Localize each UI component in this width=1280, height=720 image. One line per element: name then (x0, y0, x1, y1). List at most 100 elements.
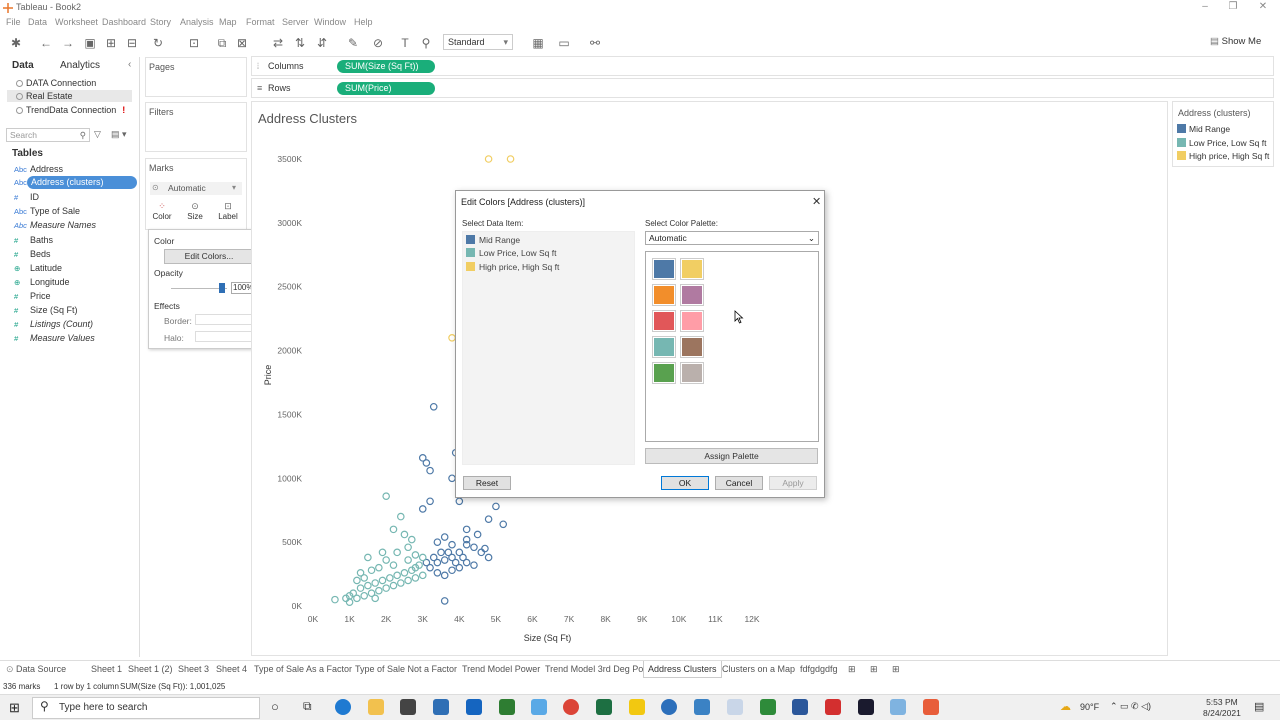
menu-window[interactable]: Window (314, 17, 346, 27)
field-size[interactable]: # Size (Sq Ft) (14, 305, 78, 317)
app-icon[interactable] (499, 699, 515, 715)
app-icon[interactable] (858, 699, 874, 715)
connection-trenddata[interactable]: TrendData Connection! (16, 105, 125, 115)
clock[interactable]: 5:53 PM 8/24/2021 (1203, 697, 1241, 719)
border-select[interactable] (195, 314, 253, 325)
edit-colors-button[interactable]: Edit Colors... (164, 249, 254, 264)
labels-icon[interactable]: T (397, 35, 413, 51)
excel-icon[interactable] (596, 699, 612, 715)
pages-card[interactable]: Pages (145, 57, 247, 97)
swap-icon[interactable]: ⇄ (270, 35, 286, 51)
tray-icons[interactable]: ⌃ ▭ ✆ ◁) (1110, 701, 1151, 712)
r-icon[interactable] (661, 699, 677, 715)
mail-icon[interactable] (433, 699, 449, 715)
taskbar-search-input[interactable]: Type here to search (32, 697, 260, 719)
rows-shelf[interactable]: ≡ Rows SUM(Price) (251, 78, 1274, 98)
tab-type-of-sale-factor[interactable]: Type of Sale As a Factor (254, 664, 352, 674)
duplicate-sheet-icon[interactable]: ⧉ (214, 35, 230, 51)
presentation-icon[interactable]: ▭ (556, 35, 572, 51)
cortana-icon[interactable]: ○ (271, 699, 279, 714)
label-mark-button[interactable]: ⊡ Label (216, 201, 240, 229)
menu-format[interactable]: Format (246, 17, 275, 27)
notifications-icon[interactable]: ▤ (1254, 700, 1264, 713)
palette-swatch[interactable] (652, 310, 676, 332)
field-baths[interactable]: # Baths (14, 235, 53, 247)
tab-trend-model-3rd[interactable]: Trend Model 3rd Deg Pol (545, 664, 645, 674)
fit-select[interactable]: Standard ▾ (443, 34, 513, 50)
word-icon[interactable] (792, 699, 808, 715)
windows-start-icon[interactable]: ⊞ (9, 700, 20, 716)
color-mark-button[interactable]: ⁘ Color (150, 201, 174, 229)
filter-icon[interactable]: ▽ (94, 129, 101, 140)
app-icon[interactable] (694, 699, 710, 715)
collapse-pane-icon[interactable]: ‹ (128, 59, 131, 70)
palette-swatch[interactable] (652, 258, 676, 280)
highlight-icon[interactable]: ✎ (345, 35, 361, 51)
reset-button[interactable]: Reset (463, 476, 511, 490)
refresh-icon[interactable]: ↻ (150, 35, 166, 51)
show-me-button[interactable]: ▤ Show Me (1210, 36, 1261, 47)
powerbi-icon[interactable] (629, 699, 645, 715)
legend-item[interactable]: Mid Range (1177, 124, 1230, 134)
menu-dashboard[interactable]: Dashboard (102, 17, 146, 27)
undo-icon[interactable]: ← (38, 35, 54, 51)
apply-button[interactable]: Apply (769, 476, 817, 490)
menu-file[interactable]: File (6, 17, 21, 27)
palette-swatch[interactable] (680, 362, 704, 384)
field-listings-count[interactable]: # Listings (Count) (14, 319, 93, 331)
tab-sheet-4[interactable]: Sheet 4 (216, 664, 247, 674)
tab-data-source[interactable]: ⊙ Data Source (6, 664, 66, 675)
tab-trend-model-power[interactable]: Trend Model Power (462, 664, 540, 674)
halo-select[interactable] (195, 331, 253, 342)
search-input[interactable]: Search ⚲ (6, 128, 90, 142)
menu-worksheet[interactable]: Worksheet (55, 17, 98, 27)
menu-data[interactable]: Data (28, 17, 47, 27)
view-options-icon[interactable]: ▤ ▾ (111, 129, 127, 140)
new-worksheet-icon[interactable]: ⊡ (186, 35, 202, 51)
new-sheet-icon[interactable]: ⊞ (848, 664, 856, 675)
palette-swatch[interactable] (680, 336, 704, 358)
close-window-button[interactable]: ✕ (1248, 0, 1278, 16)
acrobat-icon[interactable] (825, 699, 841, 715)
new-story-icon[interactable]: ⊞ (892, 664, 900, 675)
new-datasource-icon[interactable]: ⊞ (103, 35, 119, 51)
chrome-icon[interactable] (563, 699, 579, 715)
share-icon[interactable]: ⚯ (587, 35, 603, 51)
data-item[interactable]: Low Price, Low Sq ft (466, 248, 556, 258)
columns-shelf[interactable]: ⦙ Columns SUM(Size (Sq Ft)) (251, 56, 1274, 76)
field-type-of-sale[interactable]: Abc Type of Sale (14, 206, 80, 218)
pin-icon[interactable]: ⚲ (418, 35, 434, 51)
field-longitude[interactable]: ⊕ Longitude (14, 277, 70, 289)
palette-swatch[interactable] (680, 284, 704, 306)
view-cards-icon[interactable]: ▦ (530, 35, 546, 51)
close-icon[interactable]: ✕ (812, 195, 821, 208)
menu-map[interactable]: Map (219, 17, 237, 27)
legend-item[interactable]: High price, High Sq ft (1177, 151, 1269, 161)
palette-swatch[interactable] (652, 362, 676, 384)
app-icon[interactable] (760, 699, 776, 715)
sort-asc-icon[interactable]: ⇅ (292, 35, 308, 51)
data-item[interactable]: Mid Range (466, 235, 520, 245)
field-measure-names[interactable]: Abc Measure Names (14, 220, 96, 232)
store-icon[interactable] (400, 699, 416, 715)
app-icon[interactable] (466, 699, 482, 715)
tableau-home-icon[interactable]: ✱ (8, 35, 24, 51)
tab-clusters-on-map[interactable]: Clusters on a Map (722, 664, 795, 674)
tab-analytics[interactable]: Analytics (60, 60, 100, 71)
assign-palette-button[interactable]: Assign Palette (645, 448, 818, 464)
app-icon[interactable] (890, 699, 906, 715)
field-price[interactable]: # Price (14, 291, 51, 303)
palette-swatch[interactable] (652, 284, 676, 306)
legend-item[interactable]: Low Price, Low Sq ft (1177, 138, 1266, 148)
tab-sheet-1-2[interactable]: Sheet 1 (2) (128, 664, 173, 674)
palette-swatch[interactable] (680, 258, 704, 280)
pause-updates-icon[interactable]: ⊟ (124, 35, 140, 51)
field-address[interactable]: Abc Address (14, 164, 63, 176)
connection-data[interactable]: DATA Connection (16, 78, 96, 88)
palette-swatch[interactable] (680, 310, 704, 332)
rows-pill[interactable]: SUM(Price) (337, 82, 435, 95)
field-beds[interactable]: # Beds (14, 249, 51, 261)
menu-analysis[interactable]: Analysis (180, 17, 214, 27)
sort-desc-icon[interactable]: ⇵ (314, 35, 330, 51)
size-mark-button[interactable]: ⊙ Size (183, 201, 207, 229)
